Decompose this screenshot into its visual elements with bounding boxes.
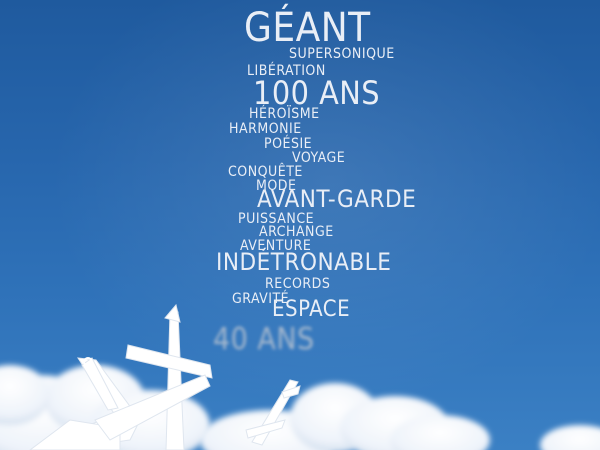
plane-left (29, 357, 141, 450)
aircraft-silhouettes (29, 303, 301, 450)
plane-right (245, 379, 301, 446)
poster-scene: GÉANT SUPERSONIQUE LIBÉRATION 100 ANS HÉ… (0, 0, 600, 450)
plane-center (94, 303, 213, 450)
